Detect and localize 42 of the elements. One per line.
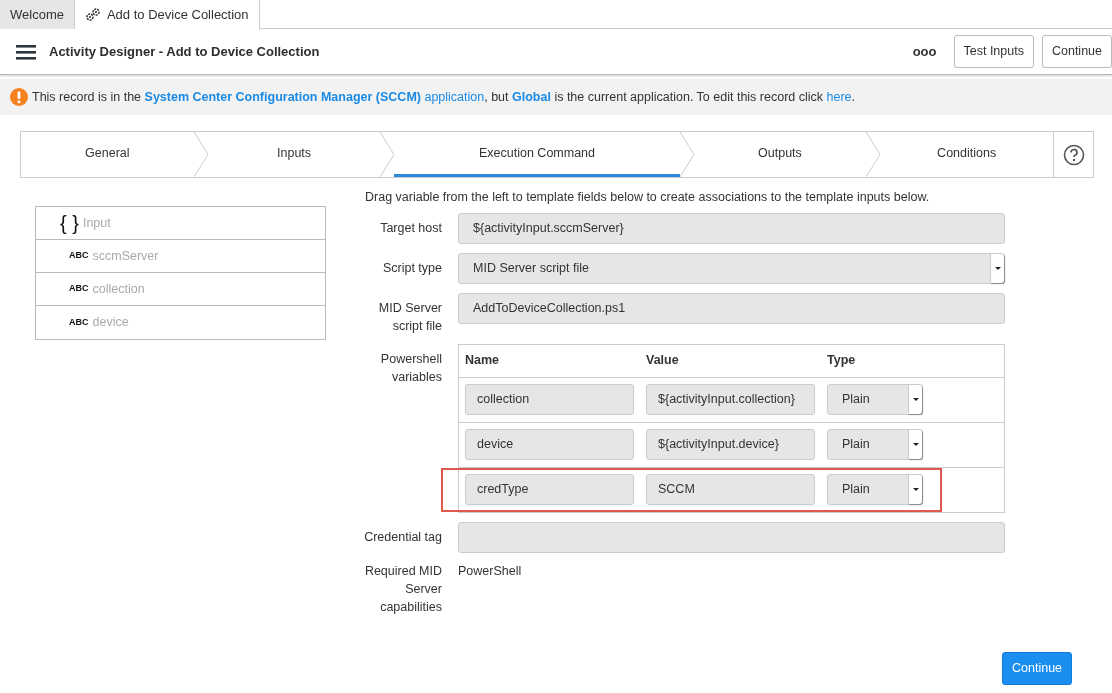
column-header: Value (646, 352, 680, 370)
more-options-button[interactable]: ooo (911, 40, 938, 63)
tab[interactable]: Welcome (0, 0, 75, 29)
header-button[interactable]: Test Inputs (953, 35, 1034, 68)
variable-item[interactable]: { } Input (36, 207, 325, 240)
field-value: PowerShell (458, 562, 522, 580)
select-field[interactable]: Plain (827, 474, 923, 506)
instructions-text: Drag variable from the left to template fields below to create associations to the template inputs below. (365, 189, 931, 206)
select-field[interactable]: MID Server script file (458, 252, 1005, 284)
select-field[interactable]: Plain (827, 429, 923, 461)
variable-item[interactable]: ABC device (36, 306, 325, 339)
field-label: Target host (379, 219, 442, 237)
type-label: ABC (69, 249, 89, 263)
field-label: Required MID Server capabilities (363, 562, 442, 616)
field-label: Powershell variables (379, 350, 442, 386)
tab[interactable]: Add to Device Collection (74, 0, 260, 30)
text-field[interactable]: ${activityInput.device} (646, 429, 815, 461)
variable-item[interactable]: ABC sccmServer (36, 240, 325, 273)
header-button[interactable]: Continue (1041, 35, 1112, 68)
text-field[interactable]: AddToDeviceCollection.ps1 (458, 292, 1005, 324)
field-label: Credential tag (363, 528, 442, 546)
text-field[interactable]: collection (465, 384, 634, 416)
text-field[interactable]: device (465, 429, 634, 461)
page-title: Activity Designer - Add to Device Collection (49, 42, 321, 61)
type-label: { } (60, 213, 79, 233)
field-label: Script type (381, 259, 442, 277)
type-label: ABC (69, 282, 89, 296)
text-field[interactable]: ${activityInput.sccmServer} (458, 212, 1005, 244)
column-header: Type (827, 352, 857, 370)
warning-icon (10, 88, 28, 106)
menu-icon[interactable] (16, 43, 36, 60)
field-label: MID Server script file (377, 299, 442, 335)
text-field[interactable]: ${activityInput.collection} (646, 384, 815, 416)
text-field[interactable] (458, 521, 1005, 553)
select-field[interactable]: Plain (827, 384, 923, 416)
variable-item[interactable]: ABC collection (36, 273, 325, 306)
type-label: ABC (69, 315, 89, 329)
text-field[interactable]: SCCM (646, 474, 815, 506)
text-field[interactable]: credType (465, 474, 634, 506)
help-icon[interactable] (1062, 143, 1085, 166)
column-header: Name (465, 352, 501, 370)
notice-message: This record is in the System Center Configuration Manager (SCCM) application, but Global is the current application. To edit this record click here. (32, 88, 856, 106)
